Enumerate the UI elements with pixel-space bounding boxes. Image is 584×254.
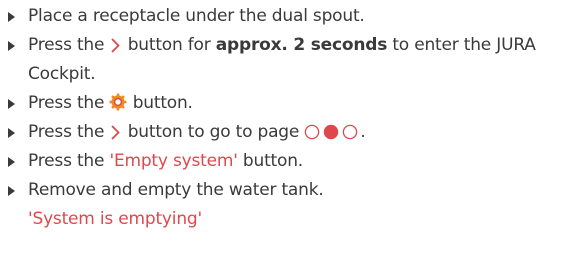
step-6-text: Remove and empty the water tank. — [28, 180, 324, 200]
step-5-suffix: button. — [242, 151, 303, 171]
step-4-prefix: Press the — [28, 122, 105, 142]
step-5: Press the 'Empty system' button. — [8, 147, 584, 176]
chevron-right-icon — [112, 38, 120, 53]
gear-icon — [110, 93, 127, 111]
bullet-icon — [8, 41, 15, 51]
step-3-suffix: button. — [132, 93, 193, 113]
step-2: Press the button for approx. 2 seconds t… — [8, 31, 584, 89]
step-4: Press the button to go to page . — [8, 118, 584, 147]
bullet-icon — [8, 12, 15, 22]
instructions-page: Place a receptacle under the dual spout.… — [0, 0, 584, 254]
step-4-suffix: button to go to page — [127, 122, 300, 142]
bullet-icon — [8, 157, 15, 167]
page-dots-icon — [305, 124, 358, 140]
empty-system-label: 'Empty system' — [109, 151, 238, 171]
step-2-prefix: Press the — [28, 35, 105, 55]
chevron-right-icon — [112, 125, 120, 140]
bullet-icon — [8, 186, 15, 196]
step-1-text: Place a receptacle under the dual spout. — [28, 6, 365, 26]
step-3: Press the button. — [8, 89, 584, 118]
step-2-mid: button for — [127, 35, 211, 55]
step-3-prefix: Press the — [28, 93, 105, 113]
bullet-icon — [8, 128, 15, 138]
step-4-period: . — [360, 122, 366, 142]
bullet-icon — [8, 99, 15, 109]
step-list: Place a receptacle under the dual spout.… — [8, 2, 584, 205]
system-emptying-message: 'System is emptying' — [28, 209, 202, 229]
step-1: Place a receptacle under the dual spout. — [8, 2, 584, 31]
step-2-bold: approx. 2 seconds — [215, 35, 388, 55]
step-6: Remove and empty the water tank. — [8, 176, 584, 205]
step-5-prefix: Press the — [28, 151, 105, 171]
